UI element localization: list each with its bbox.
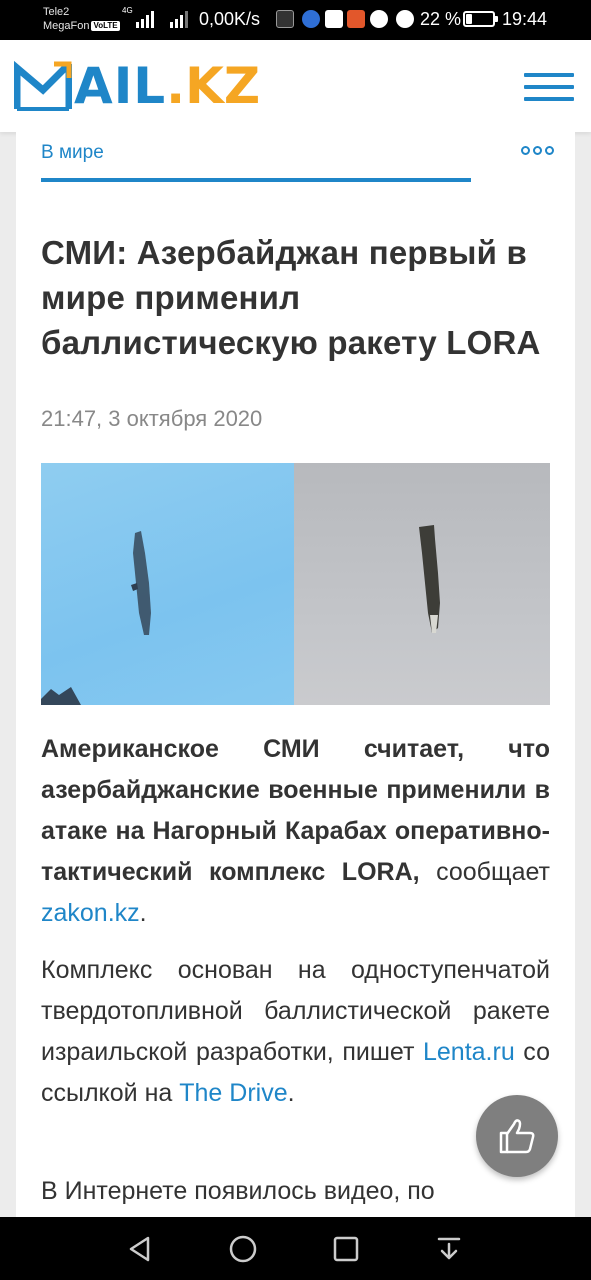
logo-envelope-icon — [14, 60, 72, 111]
site-header: AIL. KZ — [0, 40, 591, 132]
article-paragraph-2: Комплекс основан на одноступенчатой твер… — [41, 950, 550, 1114]
logo-kz: KZ — [185, 57, 261, 115]
browser-icon — [302, 10, 320, 28]
recents-square-icon — [333, 1236, 359, 1262]
pulldown-icon — [437, 1237, 461, 1260]
clock: 19:44 — [502, 9, 548, 29]
hamburger-icon[interactable] — [524, 73, 574, 103]
missile-image-left — [41, 531, 151, 705]
battery-percent: 22 % — [420, 9, 462, 29]
signal-icon — [136, 11, 154, 28]
carrier-info: Tele2 MegaFon VoLTE — [43, 5, 120, 33]
recents-button[interactable] — [328, 1231, 364, 1267]
article-date: 21:47, 3 октября 2020 — [41, 406, 263, 431]
rubric-label[interactable]: В мире — [41, 142, 104, 164]
photo-left-panel — [41, 463, 294, 705]
back-button[interactable] — [122, 1231, 158, 1267]
site-logo[interactable]: AIL. KZ — [14, 56, 260, 116]
article-card: В мире СМИ: Азербайджан первый в мире пр… — [16, 132, 575, 1232]
thumbs-up-icon — [499, 1119, 535, 1154]
volte-badge: VoLTE — [91, 21, 120, 32]
app-icon — [347, 10, 365, 28]
net-speed: 0,00K/s — [199, 9, 261, 29]
notifications-pulldown-button[interactable] — [431, 1231, 467, 1267]
article-paragraph-3: В Интернете появилось видео, по — [41, 1177, 435, 1205]
source-link-the-drive[interactable]: The Drive — [179, 1079, 287, 1107]
home-circle-icon — [229, 1235, 257, 1263]
lead-end: . — [139, 899, 147, 927]
photo-right-panel — [294, 463, 550, 705]
source-link-lenta[interactable]: Lenta.ru — [423, 1038, 515, 1066]
battery-icon — [463, 11, 498, 27]
signal-icon-2 — [170, 11, 188, 28]
checkmark-icon — [325, 10, 343, 28]
more-icon[interactable] — [521, 146, 554, 155]
cloud-icon — [370, 10, 388, 28]
system-nav-bar — [0, 1217, 591, 1280]
app-notification-icon — [276, 10, 294, 28]
logo-dot: . — [166, 57, 186, 115]
back-triangle-icon — [129, 1236, 150, 1262]
carrier-2: MegaFon — [43, 20, 90, 32]
p2-end: . — [287, 1079, 295, 1107]
like-button[interactable] — [476, 1095, 558, 1177]
article-title: СМИ: Азербайджан первый в мире применил … — [41, 234, 541, 361]
article-lead: Американское СМИ считает, что азербайджа… — [41, 729, 550, 934]
logo-text: AIL — [74, 57, 167, 115]
lead-normal-text: сообщает — [419, 858, 550, 886]
network-type: 4G — [122, 6, 133, 15]
carrier-1: Tele2 — [43, 6, 70, 18]
source-link-zakon[interactable]: zakon.kz — [41, 899, 140, 927]
home-button[interactable] — [225, 1231, 261, 1267]
missile-image-right — [419, 525, 440, 633]
alarm-icon — [396, 10, 414, 28]
article-photo[interactable] — [41, 463, 550, 705]
status-bar: Tele2 MegaFon VoLTE 4G 0,00K/s 22 % 19:44 — [0, 0, 591, 40]
rubric-underline — [41, 178, 471, 182]
